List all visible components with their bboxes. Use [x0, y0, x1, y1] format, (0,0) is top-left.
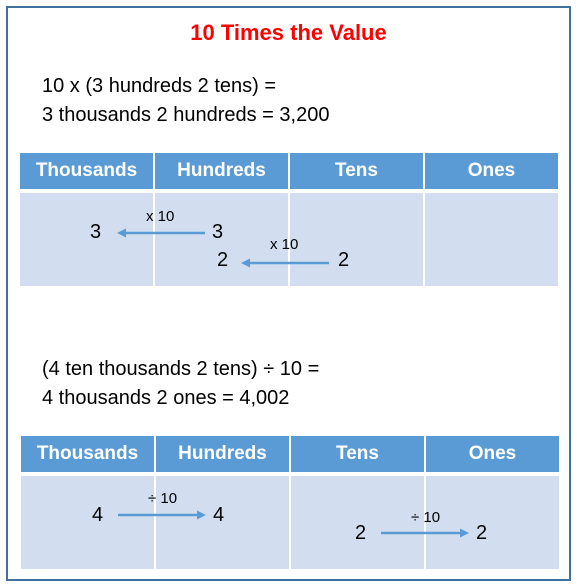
arrow-left-icon: [117, 228, 205, 238]
equation-1-line-1: 10 x (3 hundreds 2 tens) =: [42, 75, 277, 97]
digit-target: 2: [476, 522, 488, 544]
digit-source: 2: [355, 522, 367, 544]
operation-label: x 10: [270, 236, 299, 253]
cell-ones: [425, 193, 558, 286]
arrow-right-icon: [118, 510, 206, 520]
place-value-table-1: Thousands Hundreds Tens Ones 3 x 10 3 2 …: [20, 153, 558, 287]
digit-source: 4: [92, 504, 104, 526]
header-thousands: Thousands: [21, 436, 154, 472]
digit-target: 4: [213, 504, 225, 526]
cell-ones: [426, 476, 559, 569]
digit-source: 3: [212, 221, 224, 243]
digit-target: 3: [90, 221, 102, 243]
header-tens: Tens: [290, 153, 423, 189]
header-thousands: Thousands: [20, 153, 153, 189]
operation-label: x 10: [146, 208, 175, 225]
equation-2-line-2: 4 thousands 2 ones = 4,002: [42, 387, 290, 409]
header-ones: Ones: [425, 153, 558, 189]
place-value-table-2: Thousands Hundreds Tens Ones 4 ÷ 10 4 2 …: [21, 436, 559, 570]
arrow-left-icon: [241, 258, 329, 268]
equation-2-line-1: (4 ten thousands 2 tens) ÷ 10 =: [42, 358, 320, 380]
page-title: 10 Times the Value: [190, 20, 387, 45]
digit-target: 2: [217, 249, 229, 271]
cell-thousands: [20, 193, 153, 286]
header-hundreds: Hundreds: [156, 436, 289, 472]
cell-tens: [290, 193, 423, 286]
cell-thousands: [21, 476, 154, 569]
arrow-right-icon: [381, 528, 469, 538]
header-hundreds: Hundreds: [155, 153, 288, 189]
header-ones: Ones: [426, 436, 559, 472]
operation-label: ÷ 10: [411, 509, 441, 526]
equation-1-line-2: 3 thousands 2 hundreds = 3,200: [42, 104, 330, 126]
digit-source: 2: [338, 249, 350, 271]
header-tens: Tens: [291, 436, 424, 472]
operation-label: ÷ 10: [148, 490, 178, 507]
